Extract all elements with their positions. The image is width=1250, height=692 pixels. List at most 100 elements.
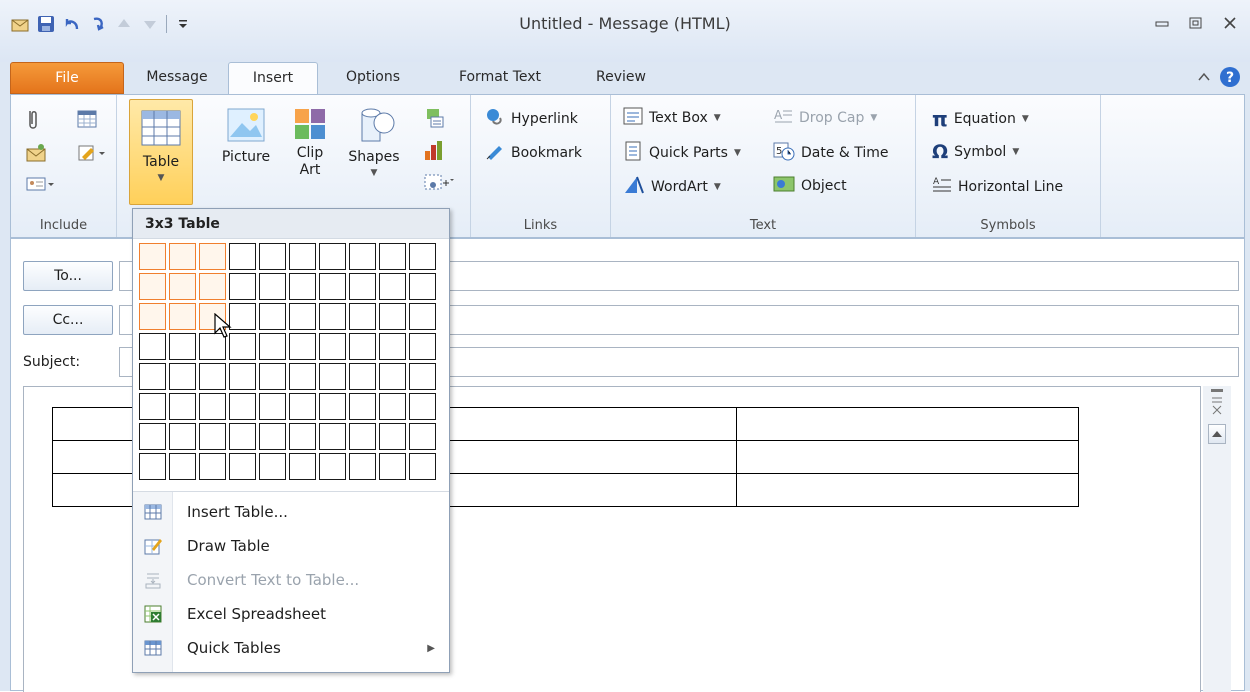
table-grid-cell[interactable] xyxy=(319,333,346,360)
table-grid-cell[interactable] xyxy=(349,423,376,450)
table-grid-cell[interactable] xyxy=(409,453,436,480)
to-button[interactable]: To... xyxy=(23,261,113,291)
table-grid-cell[interactable] xyxy=(349,243,376,270)
table-grid-cell[interactable] xyxy=(289,393,316,420)
table-grid-cell[interactable] xyxy=(199,273,226,300)
cc-button[interactable]: Cc... xyxy=(23,305,113,335)
table-grid-cell[interactable] xyxy=(259,333,286,360)
table-grid-cell[interactable] xyxy=(169,363,196,390)
table-grid-cell[interactable] xyxy=(379,393,406,420)
table-grid-cell[interactable] xyxy=(319,423,346,450)
table-grid-cell[interactable] xyxy=(169,453,196,480)
table-grid-cell[interactable] xyxy=(349,273,376,300)
table-grid-cell[interactable] xyxy=(319,243,346,270)
menu-item-insert-table[interactable]: Insert Table... xyxy=(133,495,449,529)
attach-item-icon[interactable] xyxy=(25,143,47,163)
table-grid-cell[interactable] xyxy=(319,273,346,300)
shapes-button[interactable]: Shapes ▼ xyxy=(345,105,403,181)
table-grid-cell[interactable] xyxy=(409,393,436,420)
table-grid-cell[interactable] xyxy=(139,393,166,420)
table-grid-cell[interactable] xyxy=(199,393,226,420)
table-grid-cell[interactable] xyxy=(229,423,256,450)
menu-item-quick-tables[interactable]: Quick Tables ▶ xyxy=(133,631,449,665)
table-cell[interactable] xyxy=(736,473,1079,507)
date-time-button[interactable]: 5 Date & Time xyxy=(773,141,889,165)
table-grid-cell[interactable] xyxy=(289,273,316,300)
table-grid-cell[interactable] xyxy=(169,393,196,420)
restore-icon[interactable] xyxy=(1186,14,1206,32)
table-grid-cell[interactable] xyxy=(349,363,376,390)
table-grid-cell[interactable] xyxy=(139,303,166,330)
table-button[interactable]: Table ▼ xyxy=(129,99,193,205)
vertical-scrollbar[interactable] xyxy=(1203,386,1231,692)
tab-insert[interactable]: Insert xyxy=(228,62,318,94)
table-grid-cell[interactable] xyxy=(319,303,346,330)
table-grid-cell[interactable] xyxy=(169,243,196,270)
table-grid-cell[interactable] xyxy=(229,453,256,480)
tab-options[interactable]: Options xyxy=(328,62,418,94)
screenshot-icon[interactable] xyxy=(423,171,455,193)
table-grid-cell[interactable] xyxy=(199,453,226,480)
quick-parts-button[interactable]: Quick Parts ▼ xyxy=(623,141,741,165)
table-grid-cell[interactable] xyxy=(259,363,286,390)
table-grid-cell[interactable] xyxy=(259,303,286,330)
table-grid-cell[interactable] xyxy=(379,243,406,270)
table-grid-cell[interactable] xyxy=(289,363,316,390)
menu-item-draw-table[interactable]: Draw Table xyxy=(133,529,449,563)
table-grid-cell[interactable] xyxy=(379,273,406,300)
tab-file[interactable]: File xyxy=(10,62,124,94)
business-card-icon[interactable] xyxy=(25,175,55,193)
table-grid-cell[interactable] xyxy=(169,333,196,360)
table-grid-cell[interactable] xyxy=(259,423,286,450)
tab-review[interactable]: Review xyxy=(584,62,658,94)
table-grid-cell[interactable] xyxy=(259,243,286,270)
table-grid-cell[interactable] xyxy=(259,453,286,480)
table-grid-cell[interactable] xyxy=(289,423,316,450)
drop-cap-button[interactable]: A Drop Cap ▼ xyxy=(773,107,877,129)
table-grid-cell[interactable] xyxy=(169,303,196,330)
picture-button[interactable]: Picture xyxy=(217,105,275,165)
table-grid-cell[interactable] xyxy=(199,363,226,390)
smartart-icon[interactable] xyxy=(423,107,445,129)
table-size-grid[interactable] xyxy=(139,243,436,480)
table-grid-cell[interactable] xyxy=(169,273,196,300)
signature-icon[interactable] xyxy=(77,143,107,163)
minimize-ribbon-icon[interactable] xyxy=(1197,71,1211,87)
table-grid-cell[interactable] xyxy=(289,243,316,270)
minimize-icon[interactable] xyxy=(1152,14,1172,32)
table-grid-cell[interactable] xyxy=(409,423,436,450)
table-grid-cell[interactable] xyxy=(259,273,286,300)
chart-icon[interactable] xyxy=(423,139,445,161)
table-grid-cell[interactable] xyxy=(169,423,196,450)
table-grid-cell[interactable] xyxy=(139,273,166,300)
table-grid-cell[interactable] xyxy=(139,453,166,480)
table-grid-cell[interactable] xyxy=(139,423,166,450)
table-grid-cell[interactable] xyxy=(289,333,316,360)
symbol-button[interactable]: Ω Symbol ▼ xyxy=(932,141,1019,163)
table-grid-cell[interactable] xyxy=(199,243,226,270)
table-grid-cell[interactable] xyxy=(139,243,166,270)
text-box-button[interactable]: Text Box ▼ xyxy=(623,107,721,129)
close-icon[interactable] xyxy=(1220,14,1240,32)
table-grid-cell[interactable] xyxy=(379,333,406,360)
menu-item-excel-spreadsheet[interactable]: Excel Spreadsheet xyxy=(133,597,449,631)
wordart-button[interactable]: WordArt ▼ xyxy=(623,175,721,199)
equation-button[interactable]: π Equation ▼ xyxy=(932,107,1029,131)
bookmark-button[interactable]: Bookmark xyxy=(485,141,582,165)
attach-file-icon[interactable] xyxy=(25,109,39,131)
tab-format-text[interactable]: Format Text xyxy=(446,62,554,94)
table-grid-cell[interactable] xyxy=(289,303,316,330)
table-grid-cell[interactable] xyxy=(259,393,286,420)
object-button[interactable]: Object xyxy=(773,175,847,197)
table-grid-cell[interactable] xyxy=(349,393,376,420)
table-grid-cell[interactable] xyxy=(199,423,226,450)
table-grid-cell[interactable] xyxy=(229,393,256,420)
table-cell[interactable] xyxy=(736,440,1079,474)
table-grid-cell[interactable] xyxy=(349,303,376,330)
table-grid-cell[interactable] xyxy=(409,333,436,360)
tab-message[interactable]: Message xyxy=(132,62,222,94)
table-grid-cell[interactable] xyxy=(409,273,436,300)
table-grid-cell[interactable] xyxy=(379,363,406,390)
scroll-up-icon[interactable] xyxy=(1208,424,1226,444)
ruler-toggle-icon[interactable] xyxy=(1209,388,1225,422)
